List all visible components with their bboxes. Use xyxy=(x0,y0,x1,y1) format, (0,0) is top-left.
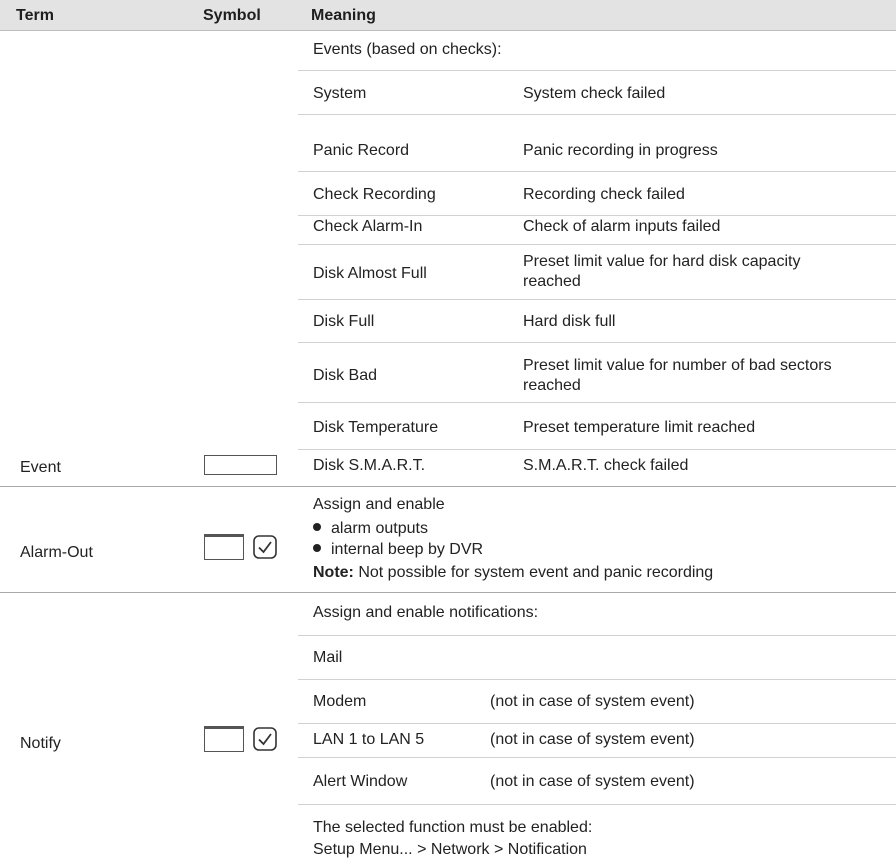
term-alarm-out: Alarm-Out xyxy=(20,544,93,561)
term-notify: Notify xyxy=(20,735,61,752)
divider xyxy=(298,679,896,680)
divider xyxy=(298,244,896,245)
divider xyxy=(298,402,896,403)
notify-row-name: Alert Window xyxy=(313,773,408,790)
divider xyxy=(298,449,896,450)
event-row-name: Disk Temperature xyxy=(313,419,439,436)
event-row-name: Disk Full xyxy=(313,313,375,330)
event-row-desc: Recording check failed xyxy=(523,186,685,203)
term-event: Event xyxy=(20,459,61,476)
alarm-out-symbol-box xyxy=(204,534,244,560)
event-row-desc: Hard disk full xyxy=(523,313,616,330)
event-symbol-box xyxy=(204,455,277,475)
event-row-name: System xyxy=(313,85,367,102)
notify-row-desc: (not in case of system event) xyxy=(490,731,695,748)
event-row-name: Check Alarm-In xyxy=(313,218,423,235)
alarm-out-intro: Assign and enable xyxy=(313,496,445,513)
terms-table: Term Symbol Meaning Event Events (based … xyxy=(0,0,896,864)
divider xyxy=(298,70,896,71)
event-row-name: Check Recording xyxy=(313,186,436,203)
divider xyxy=(298,299,896,300)
event-row-desc: Preset temperature limit reached xyxy=(523,419,756,436)
notify-row-name: Modem xyxy=(313,693,367,710)
divider xyxy=(298,215,896,216)
divider xyxy=(298,804,896,805)
bullet-icon xyxy=(313,544,321,552)
event-row-desc: Check of alarm inputs failed xyxy=(523,218,721,235)
event-row-desc: S.M.A.R.T. check failed xyxy=(523,457,689,474)
event-row-name: Disk Bad xyxy=(313,367,378,384)
checkbox-checked-icon xyxy=(253,727,277,751)
alarm-out-bullet: internal beep by DVR xyxy=(313,540,483,560)
alarm-out-note: Note: Not possible for system event and … xyxy=(313,564,714,581)
notify-intro: Assign and enable notifications: xyxy=(313,604,539,621)
section-divider xyxy=(0,592,896,593)
bullet-icon xyxy=(313,523,321,531)
header-meaning: Meaning xyxy=(311,7,376,24)
event-row-name: Disk Almost Full xyxy=(313,265,427,282)
notify-row-name: Mail xyxy=(313,649,343,666)
event-row-desc: Preset limit value for hard disk capacit… xyxy=(523,253,801,290)
checkbox-checked-icon xyxy=(253,535,277,559)
divider xyxy=(298,342,896,343)
notify-footer-line1: The selected function must be enabled: xyxy=(313,819,593,836)
event-row-desc: Preset limit value for number of bad sec… xyxy=(523,357,832,394)
section-divider xyxy=(0,486,896,487)
header-term: Term xyxy=(16,7,54,24)
divider xyxy=(298,723,896,724)
notify-footer-line2: Setup Menu... > Network > Notification xyxy=(313,841,587,858)
divider xyxy=(298,171,896,172)
divider xyxy=(298,635,896,636)
event-intro: Events (based on checks): xyxy=(313,41,502,58)
event-row-desc: System check failed xyxy=(523,85,666,102)
notify-symbol-box xyxy=(204,726,244,752)
notify-row-desc: (not in case of system event) xyxy=(490,693,695,710)
divider xyxy=(298,114,896,115)
table-header: Term Symbol Meaning xyxy=(0,0,896,31)
event-row-name: Panic Record xyxy=(313,142,410,159)
header-symbol: Symbol xyxy=(203,7,261,24)
event-row-name: Disk S.M.A.R.T. xyxy=(313,457,426,474)
notify-row-desc: (not in case of system event) xyxy=(490,773,695,790)
divider xyxy=(298,757,896,758)
notify-row-name: LAN 1 to LAN 5 xyxy=(313,731,425,748)
alarm-out-bullet: alarm outputs xyxy=(313,519,428,539)
event-row-desc: Panic recording in progress xyxy=(523,142,718,159)
